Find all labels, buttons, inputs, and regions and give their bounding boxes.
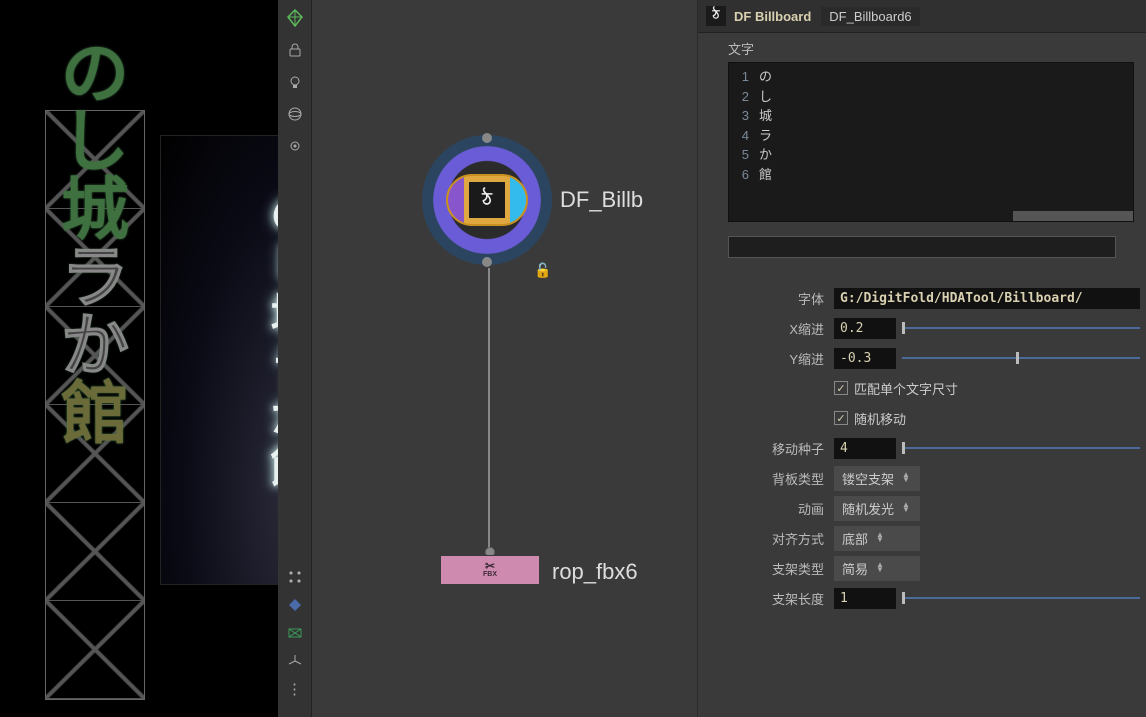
node-name-field[interactable]: DF_Billboard6 — [821, 7, 919, 26]
y-indent-field[interactable]: -0.3 — [834, 348, 896, 369]
seed-field[interactable]: 4 — [834, 438, 896, 459]
match-single-checkbox[interactable] — [834, 381, 848, 395]
kite-icon[interactable] — [283, 6, 307, 30]
x-indent-field[interactable]: 0.2 — [834, 318, 896, 339]
param-anim: 动画 随机发光▲▼ — [698, 496, 1140, 520]
param-back-type: 背板类型 镂空支架▲▼ — [698, 466, 1140, 490]
diamond-icon[interactable] — [285, 595, 305, 615]
node-label: DF_Billb — [560, 187, 643, 213]
more-icon[interactable]: ⋮ — [285, 679, 305, 699]
node-rop-fbx[interactable]: ✂FBX rop_fbx6 — [440, 555, 540, 585]
preview-char: 館 — [30, 380, 160, 448]
x-indent-slider[interactable] — [902, 327, 1140, 329]
node-wire — [488, 268, 490, 548]
param-y-indent: Y缩进 -0.3 — [698, 346, 1140, 370]
unlock-icon[interactable]: 🔓 — [534, 262, 551, 279]
param-bracket-type: 支架类型 简易▲▼ — [698, 556, 1140, 580]
node-label: rop_fbx6 — [552, 559, 638, 585]
node-graph[interactable]: ঠ DF_Billb 🔓 ✂FBX rop_fbx6 — [312, 0, 700, 717]
text-editor[interactable]: 1の 2し 3城 4ラ 5か 6館 — [728, 62, 1134, 222]
param-bracket-len: 支架长度 1 — [698, 586, 1140, 610]
parameter-panel: ঠ DF Billboard DF_Billboard6 文字 1の 2し 3城… — [697, 0, 1146, 717]
param-font: 字体 G:/DigitFold/HDATool/Billboard/ — [698, 286, 1140, 310]
node-type-label: DF Billboard — [734, 9, 811, 24]
preview-char: し — [30, 108, 160, 176]
param-x-indent: X缩进 0.2 — [698, 316, 1140, 340]
preview-char: の — [30, 40, 160, 108]
bracket-len-field[interactable]: 1 — [834, 588, 896, 609]
back-type-dropdown[interactable]: 镂空支架▲▼ — [834, 466, 920, 491]
anim-dropdown[interactable]: 随机发光▲▼ — [834, 496, 920, 521]
lock-icon[interactable] — [283, 38, 307, 62]
search-input[interactable] — [728, 236, 1116, 258]
bulb-icon[interactable] — [283, 70, 307, 94]
seed-slider[interactable] — [902, 447, 1140, 449]
font-path-field[interactable]: G:/DigitFold/HDATool/Billboard/ — [834, 288, 1140, 309]
axis-icon[interactable] — [285, 651, 305, 671]
panel-header: ঠ DF Billboard DF_Billboard6 — [698, 0, 1146, 33]
wireframe-icon[interactable] — [285, 623, 305, 643]
param-seed: 移动种子 4 — [698, 436, 1140, 460]
y-indent-slider[interactable] — [902, 357, 1140, 359]
bracket-type-dropdown[interactable]: 简易▲▼ — [834, 556, 920, 581]
scrollbar[interactable] — [1013, 211, 1133, 221]
random-move-checkbox[interactable] — [834, 411, 848, 425]
param-match-single: 匹配单个文字尺寸 — [698, 376, 1140, 400]
preview-char: か — [30, 312, 160, 380]
sphere-icon[interactable] — [283, 102, 307, 126]
target-icon[interactable] — [283, 134, 307, 158]
viewport-toolbar: ⋮ — [278, 0, 312, 717]
display-toggle[interactable] — [285, 567, 305, 587]
preview-char: ラ — [30, 244, 160, 312]
param-align: 对齐方式 底部▲▼ — [698, 526, 1140, 550]
align-dropdown[interactable]: 底部▲▼ — [834, 526, 920, 551]
fbx-icon: ✂FBX — [483, 562, 497, 577]
param-random-move: 随机移动 — [698, 406, 1140, 430]
node-type-icon: ঠ — [706, 6, 726, 26]
text-param-label: 文字 — [728, 39, 1134, 58]
node-df-billboard[interactable]: ঠ DF_Billb — [422, 135, 643, 265]
wireframe-preview: の し 城 ラ か 館 — [30, 40, 160, 690]
node-icon: ঠ — [469, 182, 505, 218]
bracket-len-slider[interactable] — [902, 597, 1140, 599]
preview-char: 城 — [30, 176, 160, 244]
